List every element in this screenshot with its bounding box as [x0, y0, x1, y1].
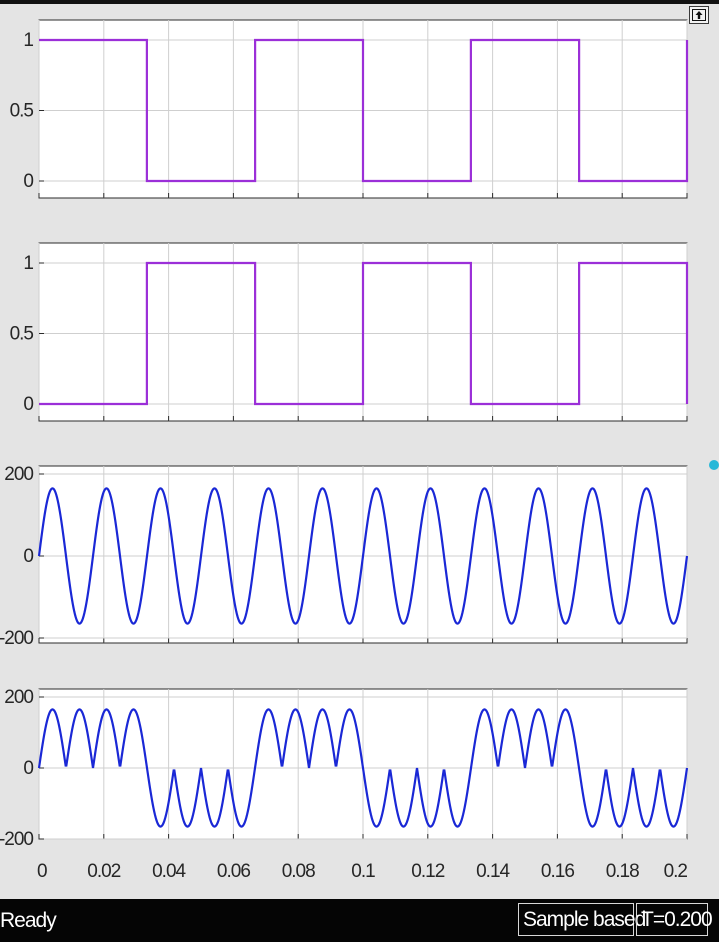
y-tick-label: 200 — [4, 687, 33, 708]
y-tick-label: 0 — [23, 171, 33, 192]
y-tick-label: 1 — [23, 253, 33, 274]
x-axis-tick-labels: 0 0.02 0.04 0.06 0.08 0.1 0.12 0.14 0.16 0.18 0.2 — [37, 861, 688, 882]
status-text: Ready — [0, 909, 57, 932]
x-tick-label: 0 — [37, 861, 47, 882]
x-tick-label: 0.12 — [411, 861, 444, 882]
axes-1[interactable]: 10.50 — [10, 19, 689, 199]
y-tick-label: 0 — [23, 758, 33, 779]
y-tick-label: -200 — [0, 829, 33, 850]
y-tick-label: 1 — [23, 30, 33, 51]
y-tick-label: -200 — [0, 628, 33, 649]
cursor-marker — [709, 460, 719, 470]
x-tick-label: 0.14 — [476, 861, 510, 882]
x-tick-label: 0.08 — [282, 861, 315, 882]
x-tick-label: 0.16 — [541, 861, 574, 882]
x-tick-label: 0.1 — [351, 861, 375, 882]
x-tick-label: 0.2 — [664, 861, 688, 882]
y-tick-label: 0.5 — [10, 324, 34, 345]
x-tick-label: 0.02 — [87, 861, 120, 882]
y-tick-label: 0 — [23, 394, 33, 415]
axes-2[interactable]: 10.50 — [10, 242, 689, 422]
undock-arrow-icon — [692, 9, 706, 21]
x-tick-label: 0.04 — [152, 861, 186, 882]
simulation-time-indicator: T=0.200 — [636, 903, 713, 936]
axes-4[interactable]: 200 0 -200 — [0, 687, 689, 850]
axes-3[interactable]: 200 0 -200 — [0, 464, 689, 649]
x-tick-label: 0.06 — [217, 861, 250, 882]
undock-button[interactable] — [689, 6, 709, 24]
x-tick-label: 0.18 — [606, 861, 639, 882]
sample-mode-indicator[interactable]: Sample based — [518, 903, 646, 936]
y-tick-label: 0 — [23, 546, 33, 567]
y-tick-label: 200 — [4, 464, 33, 485]
scope-plots: 10.50 10.50 2000-200 2000-200 0 0.02 0.04 0… — [0, 19, 689, 882]
status-bar: Ready Sample based T=0.200 — [0, 899, 719, 942]
y-tick-label: 0.5 — [10, 101, 34, 122]
